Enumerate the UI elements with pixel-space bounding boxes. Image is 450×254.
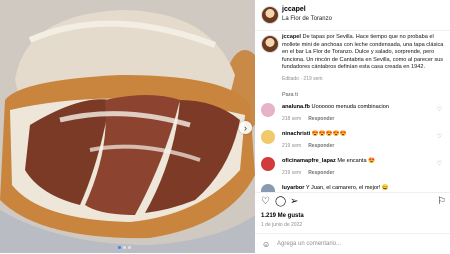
comment-meta: 219 sem Responder bbox=[282, 170, 334, 176]
comment-text: oficinamapfre_lapaz Me encanta 😍 bbox=[282, 158, 427, 165]
add-comment-bar: ☺ Agrega un comentario... bbox=[255, 233, 450, 254]
avatar[interactable] bbox=[261, 6, 279, 24]
avatar[interactable] bbox=[261, 184, 275, 192]
heart-icon[interactable]: ♡ bbox=[437, 133, 442, 140]
heart-icon[interactable]: ♡ bbox=[437, 160, 442, 167]
likes-count[interactable]: 1.219 Me gusta bbox=[261, 213, 304, 219]
carousel-dot bbox=[123, 246, 126, 249]
comment-body: 😍😍😍😍😍 bbox=[311, 131, 347, 137]
post-username[interactable]: jccapel bbox=[282, 6, 306, 13]
comment-text: luyarbor Y Juan, el camarero, el mejor! … bbox=[282, 185, 427, 192]
avatar[interactable] bbox=[261, 157, 275, 171]
post-header: jccapel La Flor de Toranzo bbox=[255, 0, 450, 31]
comment-body: Me encanta 😍 bbox=[337, 158, 376, 164]
comment-text: analuna.fb Uoooooo menuda combinacion bbox=[282, 104, 427, 111]
post-actions: ♡ ◯ ➢ ⚐ bbox=[255, 192, 450, 211]
carousel-dot bbox=[128, 246, 131, 249]
comment-icon[interactable]: ◯ bbox=[275, 197, 286, 207]
comment-time: 219 sem bbox=[282, 143, 302, 149]
avatar[interactable] bbox=[261, 103, 275, 117]
edited-label: Editado · 219 sem bbox=[282, 76, 323, 82]
post-date: 1 de junio de 2022 bbox=[261, 222, 303, 228]
comment-body: Uoooooo menuda combinacion bbox=[311, 104, 389, 110]
post-sidebar: jccapel La Flor de Toranzo jccapel De ta… bbox=[255, 0, 450, 253]
comment-text: ninachristi 😍😍😍😍😍 bbox=[282, 131, 427, 138]
emoji-icon[interactable]: ☺ bbox=[262, 240, 270, 249]
comment-username[interactable]: luyarbor bbox=[282, 185, 304, 191]
comment-item: luyarbor Y Juan, el camarero, el mejor! … bbox=[255, 184, 450, 192]
heart-icon[interactable]: ♡ bbox=[437, 106, 442, 113]
post-location[interactable]: La Flor de Toranzo bbox=[282, 16, 332, 22]
comment-input[interactable]: Agrega un comentario... bbox=[277, 241, 341, 247]
reply-button[interactable]: Responder bbox=[308, 143, 334, 149]
comment-item: analuna.fb Uoooooo menuda combinacion 21… bbox=[255, 103, 450, 133]
post-caption: jccapel De tapas por Sevilla. Hace tiemp… bbox=[282, 34, 445, 72]
comment-item: ninachristi 😍😍😍😍😍 219 sem Responder ♡ bbox=[255, 130, 450, 160]
heart-icon[interactable]: ♡ bbox=[261, 197, 270, 207]
reply-button[interactable]: Responder bbox=[308, 170, 334, 176]
comment-username[interactable]: ninachristi bbox=[282, 131, 310, 137]
comment-time: 219 sem bbox=[282, 170, 302, 176]
bookmark-icon[interactable]: ⚐ bbox=[437, 197, 446, 207]
avatar[interactable] bbox=[261, 35, 279, 53]
caption-username[interactable]: jccapel bbox=[282, 34, 301, 40]
reply-button[interactable]: Responder bbox=[308, 116, 334, 122]
comment-item: oficinamapfre_lapaz Me encanta 😍 219 sem… bbox=[255, 157, 450, 187]
comment-username[interactable]: analuna.fb bbox=[282, 104, 310, 110]
comment-body: Y Juan, el camarero, el mejor! 😄 bbox=[305, 185, 389, 191]
avatar[interactable] bbox=[261, 130, 275, 144]
carousel-dots bbox=[118, 246, 131, 249]
comment-meta: 218 sem Responder bbox=[282, 116, 334, 122]
translation-toggle[interactable]: Para ti bbox=[282, 92, 298, 98]
comment-username[interactable]: oficinamapfre_lapaz bbox=[282, 158, 336, 164]
comment-meta: 219 sem Responder bbox=[282, 143, 334, 149]
comment-time: 218 sem bbox=[282, 116, 302, 122]
caption-text: De tapas por Sevilla. Hace tiempo que no… bbox=[282, 34, 444, 71]
carousel-dot bbox=[118, 246, 121, 249]
share-icon[interactable]: ➢ bbox=[290, 197, 298, 207]
chevron-right-icon[interactable]: › bbox=[239, 121, 252, 134]
sandwich-photo bbox=[0, 0, 255, 253]
post-image[interactable]: › bbox=[0, 0, 255, 253]
